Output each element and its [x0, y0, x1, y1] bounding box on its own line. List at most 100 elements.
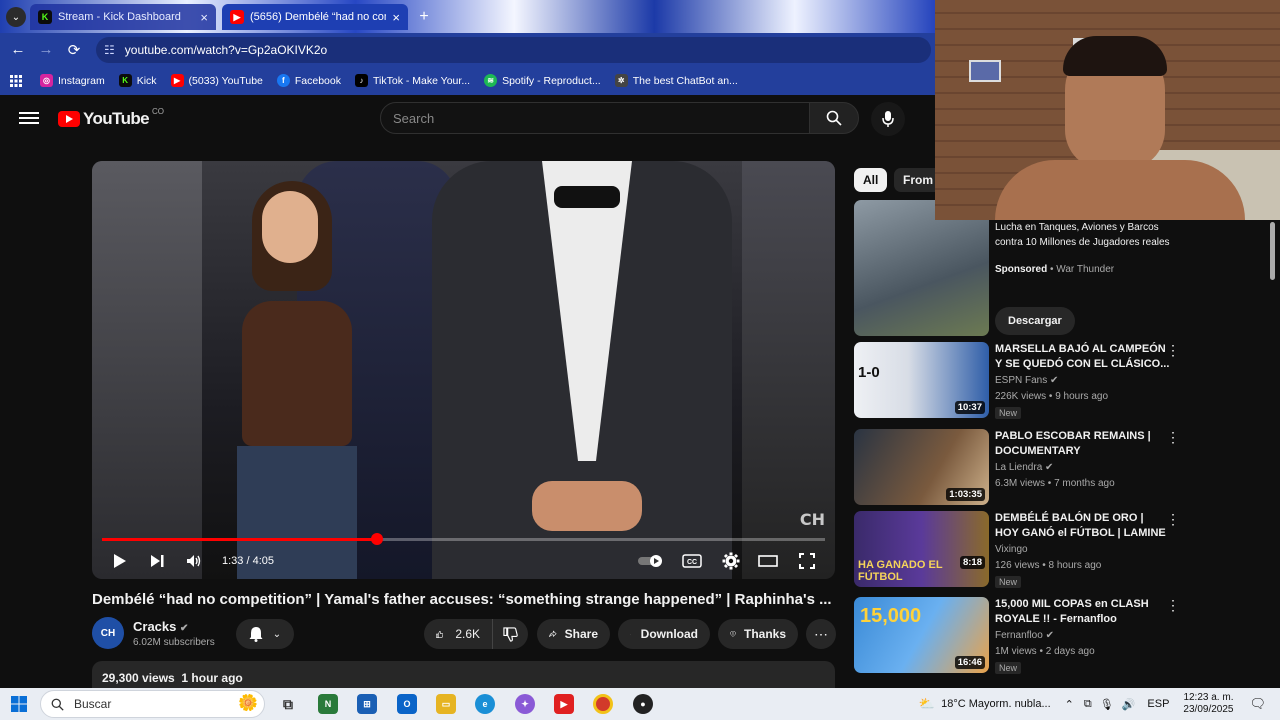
bookmark-tiktok[interactable]: ♪ TikTok - Make Your... [355, 74, 470, 87]
next-button[interactable] [147, 551, 167, 571]
file-explorer-icon[interactable]: ▭ [436, 694, 456, 714]
voice-search-button[interactable] [871, 102, 905, 136]
network-icon[interactable]: ⧉ [1084, 698, 1092, 711]
share-button[interactable]: Share [537, 619, 610, 649]
app-icon-1[interactable]: N [318, 694, 338, 714]
copilot-icon[interactable]: ✦ [515, 694, 535, 714]
reload-button[interactable]: ⟳ [60, 36, 88, 64]
settings-button[interactable] [720, 551, 742, 571]
back-button[interactable]: ← [4, 36, 32, 64]
channel-avatar[interactable]: CH [92, 617, 124, 649]
video-thumbnail[interactable]: HA GANADO EL FÚTBOL 8:18 [854, 511, 989, 587]
bookmark-kick[interactable]: K Kick [118, 74, 157, 87]
more-vertical-icon[interactable]: ⋮ [1166, 511, 1180, 528]
volume-button[interactable] [184, 551, 204, 571]
obs-icon[interactable]: ● [633, 694, 653, 714]
bookmark-spotify[interactable]: ≋ Spotify - Reproduct... [484, 74, 601, 87]
youtube-logo[interactable]: YouTube CO [58, 107, 164, 129]
like-button[interactable]: 2.6K [424, 619, 492, 649]
bookmark-chatbot[interactable]: ✲ The best ChatBot an... [614, 74, 738, 87]
notification-bell-button[interactable]: ⌄ [236, 619, 294, 649]
video-thumbnail[interactable]: 15,000 16:46 [854, 597, 989, 673]
svg-text:$: $ [732, 632, 734, 636]
browser-tab-bar: ⌄ K Stream - Kick Dashboard × ▶ (5656) D… [0, 0, 935, 33]
chip-all[interactable]: All [854, 168, 888, 192]
tab-kick-dashboard[interactable]: K Stream - Kick Dashboard × [30, 4, 216, 30]
list-item[interactable]: HA GANADO EL FÚTBOL 8:18 DEMBÉLÉ BALÓN D… [854, 511, 1264, 589]
thanks-button[interactable]: $ Thanks [718, 619, 798, 649]
woman-face [262, 191, 318, 263]
more-vertical-icon[interactable]: ⋮ [1166, 342, 1180, 359]
windows-start-button[interactable] [9, 694, 29, 714]
channel-line: La Liendra ✔ [995, 462, 1053, 473]
chevron-up-icon[interactable]: ⌃ [1065, 698, 1074, 711]
search-button[interactable] [809, 102, 859, 134]
close-icon[interactable]: × [200, 10, 208, 25]
new-tab-button[interactable]: + [414, 7, 434, 27]
theater-mode-button[interactable] [757, 551, 779, 571]
download-button[interactable]: Download [618, 619, 710, 649]
chrome-icon[interactable] [593, 694, 613, 714]
language-indicator[interactable]: ESP [1147, 698, 1169, 710]
search-input[interactable]: Search [380, 102, 810, 134]
taskbar-search-input[interactable]: Buscar 🌼 [40, 690, 265, 718]
new-badge: New [995, 576, 1022, 588]
tab-search-button[interactable]: ⌄ [6, 7, 26, 27]
captions-button[interactable]: CC [681, 551, 703, 571]
svg-text:CC: CC [687, 559, 697, 566]
speaker-icon[interactable]: 🔊 [1122, 698, 1136, 711]
bookmark-youtube[interactable]: ▶ (5033) YouTube [170, 74, 263, 87]
menu-icon[interactable] [19, 109, 39, 127]
play-button[interactable] [110, 551, 130, 571]
list-item[interactable]: 1:03:35 PABLO ESCOBAR REMAINS | DOCUMENT… [854, 429, 1264, 507]
list-item[interactable]: 1-0 10:37 MARSELLA BAJÓ AL CAMPEÓN Y SE … [854, 342, 1264, 420]
task-view-icon[interactable]: ⧉ [278, 694, 298, 714]
kick-icon: K [118, 74, 132, 87]
video-thumbnail[interactable]: 1:03:35 [854, 429, 989, 505]
sponsored-label: Sponsored [995, 264, 1048, 275]
outlook-icon[interactable]: O [397, 694, 417, 714]
apps-icon[interactable] [10, 74, 22, 87]
captions-icon: CC [682, 554, 702, 568]
bookmark-label: Kick [136, 74, 157, 87]
scrollbar-thumb[interactable] [1270, 222, 1275, 280]
ad-download-button[interactable]: Descargar [995, 307, 1075, 335]
video-player[interactable]: CH 1:33 / 4:05 CC [92, 161, 835, 579]
video-duration: 1:03:35 [946, 488, 985, 501]
video-thumbnail[interactable]: 1-0 10:37 [854, 342, 989, 418]
bookmark-instagram[interactable]: ◎ Instagram [40, 74, 105, 87]
store-icon[interactable]: ⊞ [357, 694, 377, 714]
gear-icon [722, 552, 740, 570]
forward-button[interactable]: → [32, 36, 60, 64]
man-hands [532, 481, 642, 531]
video-duration: 16:46 [954, 656, 985, 669]
weather-text[interactable]: 18°C Mayorm. nubla... [941, 698, 1051, 710]
youtube-app-icon[interactable]: ▶ [554, 694, 574, 714]
notification-icon[interactable]: 🗨 [1249, 696, 1266, 712]
tab-youtube-video[interactable]: ▶ (5656) Dembélé “had no compe × [222, 4, 408, 30]
microphone-icon[interactable]: 🎙 [1100, 698, 1114, 711]
progress-bar[interactable] [102, 533, 825, 545]
channel-name[interactable]: Cracks ✔ [133, 619, 188, 634]
more-vertical-icon[interactable]: ⋮ [1166, 597, 1180, 614]
tab-label: (5656) Dembélé “had no compe [250, 11, 386, 23]
site-info-icon[interactable]: ☷ [104, 43, 115, 57]
scrollbar[interactable] [1268, 220, 1276, 680]
fullscreen-button[interactable] [796, 551, 818, 571]
ad-thumbnail[interactable] [854, 200, 989, 336]
close-icon[interactable]: × [392, 10, 400, 25]
video-meta: 1M views • 2 days ago [995, 646, 1095, 657]
edge-icon[interactable]: e [475, 694, 495, 714]
wall-picture [969, 60, 1001, 82]
sponsored-ad[interactable]: Lucha en Tanques, Aviones y Barcos contr… [854, 200, 1264, 340]
more-actions-button[interactable]: ⋯ [806, 619, 836, 649]
url-bar[interactable]: ☷ youtube.com/watch?v=Gp2aOKIVK2o [96, 37, 931, 63]
more-vertical-icon[interactable]: ⋮ [1166, 429, 1180, 446]
clock[interactable]: 12:23 a. m. 23/09/2025 [1183, 692, 1233, 716]
dislike-button[interactable] [492, 619, 528, 649]
bookmark-facebook[interactable]: f Facebook [276, 74, 341, 87]
ad-title: Lucha en Tanques, Aviones y Barcos contr… [995, 222, 1170, 248]
list-item[interactable]: 15,000 16:46 15,000 MIL COPAS en CLASH R… [854, 597, 1264, 675]
autoplay-toggle[interactable] [637, 551, 665, 571]
video-title: MARSELLA BAJÓ AL CAMPEÓN Y SE QUEDÓ CON … [995, 343, 1170, 370]
